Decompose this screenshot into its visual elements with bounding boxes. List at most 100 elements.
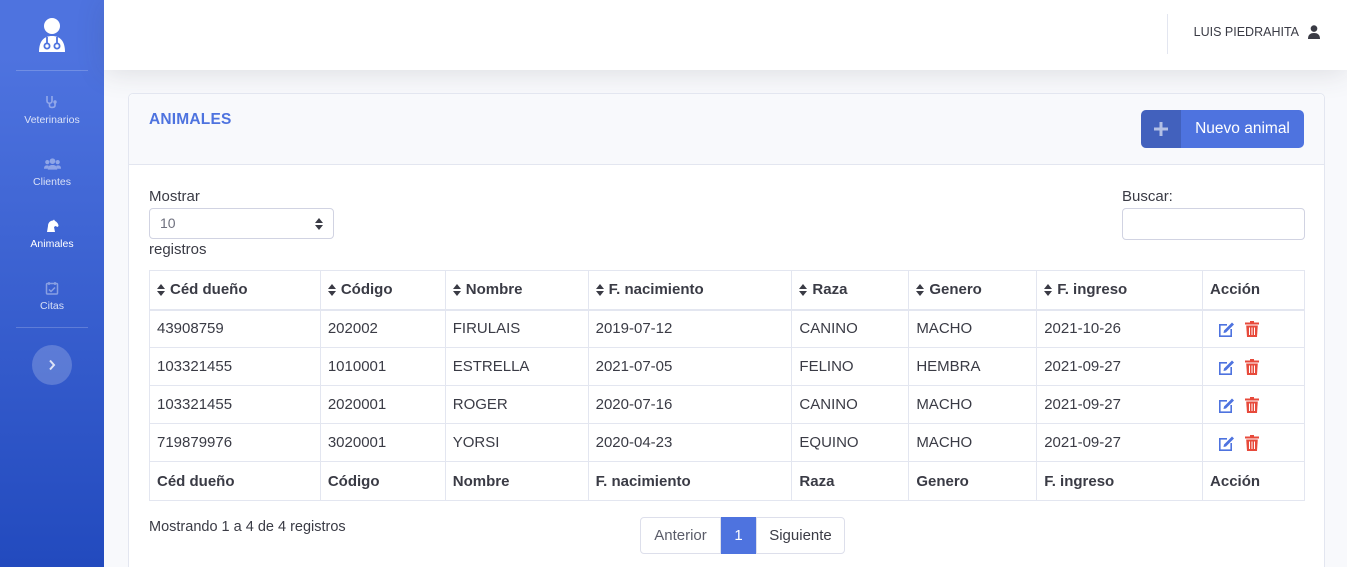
search-label: Buscar: [1122, 188, 1173, 205]
table-cell: 719879976 [149, 423, 321, 462]
sort-icon [916, 284, 925, 297]
column-header: Acción [1202, 270, 1305, 311]
table-row: 719879976 3020001 YORSI 2020-04-23 EQUINO MAC… [149, 423, 1305, 462]
table-cell: CANINO [791, 385, 910, 424]
table-cell: ROGER [444, 385, 589, 424]
table-cell: 103321455 [149, 347, 321, 386]
table-info: Mostrando 1 a 4 de 4 registros [149, 519, 346, 535]
table-row: 103321455 2020001 ROGER 2020-07-16 CANINO MAC… [149, 385, 1305, 424]
sort-icon [157, 284, 165, 297]
sidebar-divider [16, 70, 88, 71]
column-footer: Acción [1202, 461, 1305, 501]
next-page-button[interactable]: Siguiente [756, 517, 845, 554]
trash-icon[interactable] [1245, 434, 1260, 451]
trash-icon[interactable] [1245, 358, 1260, 375]
calendar-check-icon [45, 281, 59, 295]
table-cell: CANINO [791, 309, 910, 348]
page-size-value: 10 [160, 215, 176, 231]
row-actions [1210, 434, 1297, 451]
sidebar-item-label: Veterinarios [24, 113, 80, 126]
new-animal-button[interactable]: Nuevo animal [1141, 110, 1304, 148]
table-body: 43908759 202002 FIRULAIS 2019-07-12 CANINO MA… [149, 309, 1305, 462]
topbar: LUIS PIEDRAHITA [104, 0, 1347, 70]
row-actions [1210, 320, 1297, 337]
table-cell: 2020001 [319, 385, 446, 424]
table-cell: 2021-07-05 [587, 347, 793, 386]
topbar-divider [1167, 14, 1168, 54]
column-footer: F. nacimiento [587, 461, 793, 501]
sidebar-item-label: Citas [40, 299, 64, 312]
user-name: LUIS PIEDRAHITA [1193, 25, 1299, 39]
trash-icon[interactable] [1245, 320, 1260, 337]
sort-icon [595, 284, 604, 297]
vet-doctor-icon [39, 18, 65, 52]
edit-icon[interactable] [1218, 321, 1235, 337]
column-header[interactable]: F. ingreso [1036, 270, 1204, 311]
column-footer: Nombre [444, 461, 589, 501]
column-footer: Código [319, 461, 446, 501]
column-header[interactable]: Céd dueño [149, 270, 321, 311]
table-cell: 2020-04-23 [587, 423, 793, 462]
column-header[interactable]: Código [319, 270, 446, 311]
row-actions [1210, 358, 1297, 375]
column-footer: Genero [908, 461, 1038, 501]
table-cell: 3020001 [319, 423, 446, 462]
sidebar-item-animales[interactable]: Animales [0, 203, 104, 265]
page-1-button[interactable]: 1 [721, 517, 756, 554]
sidebar-item-veterinarios[interactable]: Veterinarios [0, 79, 104, 141]
action-cell [1202, 347, 1305, 386]
table-cell: 1010001 [319, 347, 446, 386]
action-cell [1202, 385, 1305, 424]
chevron-right-icon [49, 359, 56, 371]
edit-icon[interactable] [1218, 397, 1235, 413]
sidebar: Veterinarios Clientes Animales Citas [0, 0, 104, 567]
table-cell: 2021-09-27 [1036, 385, 1204, 424]
sidebar-item-citas[interactable]: Citas [0, 265, 104, 327]
table-cell: 2019-07-12 [587, 309, 793, 348]
sidebar-brand[interactable] [0, 0, 104, 70]
table-cell: MACHO [908, 385, 1038, 424]
card-header: ANIMALES Nuevo animal [129, 94, 1324, 165]
page-size-select[interactable]: 10 [149, 208, 334, 239]
user-menu[interactable]: LUIS PIEDRAHITA [1194, 25, 1320, 39]
page-title: ANIMALES [149, 111, 232, 128]
horse-icon [47, 219, 59, 232]
sort-icon [799, 284, 808, 297]
column-header[interactable]: F. nacimiento [587, 270, 793, 311]
table-header-row: Céd dueño Código Nombre F. nacimiento Ra… [149, 270, 1305, 311]
table-cell: FIRULAIS [444, 309, 589, 348]
animals-table: Céd dueño Código Nombre F. nacimiento Ra… [149, 270, 1305, 501]
column-header[interactable]: Nombre [444, 270, 589, 311]
column-header[interactable]: Genero [908, 270, 1038, 311]
trash-icon[interactable] [1245, 396, 1260, 413]
table-footer-row: Céd dueño Código Nombre F. nacimiento Ra… [149, 461, 1305, 501]
records-label: registros [149, 241, 207, 258]
stethoscope-icon [46, 95, 57, 108]
users-icon [43, 157, 61, 170]
table-cell: 103321455 [149, 385, 321, 424]
table-cell: 2021-09-27 [1036, 423, 1204, 462]
column-footer: Raza [791, 461, 910, 501]
table-cell: MACHO [908, 423, 1038, 462]
animals-card: ANIMALES Nuevo animal Mostrar 10 registr… [128, 93, 1325, 567]
previous-page-button[interactable]: Anterior [640, 517, 721, 554]
table-cell: EQUINO [791, 423, 910, 462]
table-cell: 2021-09-27 [1036, 347, 1204, 386]
plus-icon [1141, 110, 1181, 148]
sidebar-toggle-button[interactable] [32, 345, 72, 385]
search-input[interactable] [1122, 208, 1305, 240]
action-cell [1202, 423, 1305, 462]
show-label: Mostrar [149, 188, 200, 205]
column-header[interactable]: Raza [791, 270, 910, 311]
sidebar-divider [16, 327, 88, 328]
edit-icon[interactable] [1218, 359, 1235, 375]
table-cell: HEMBRA [908, 347, 1038, 386]
action-cell [1202, 309, 1305, 348]
row-actions [1210, 396, 1297, 413]
table-cell: 43908759 [149, 309, 321, 348]
edit-icon[interactable] [1218, 435, 1235, 451]
sidebar-item-clientes[interactable]: Clientes [0, 141, 104, 203]
sort-icon [327, 284, 336, 297]
sort-icon [452, 284, 461, 297]
sort-arrows-icon [315, 218, 323, 230]
